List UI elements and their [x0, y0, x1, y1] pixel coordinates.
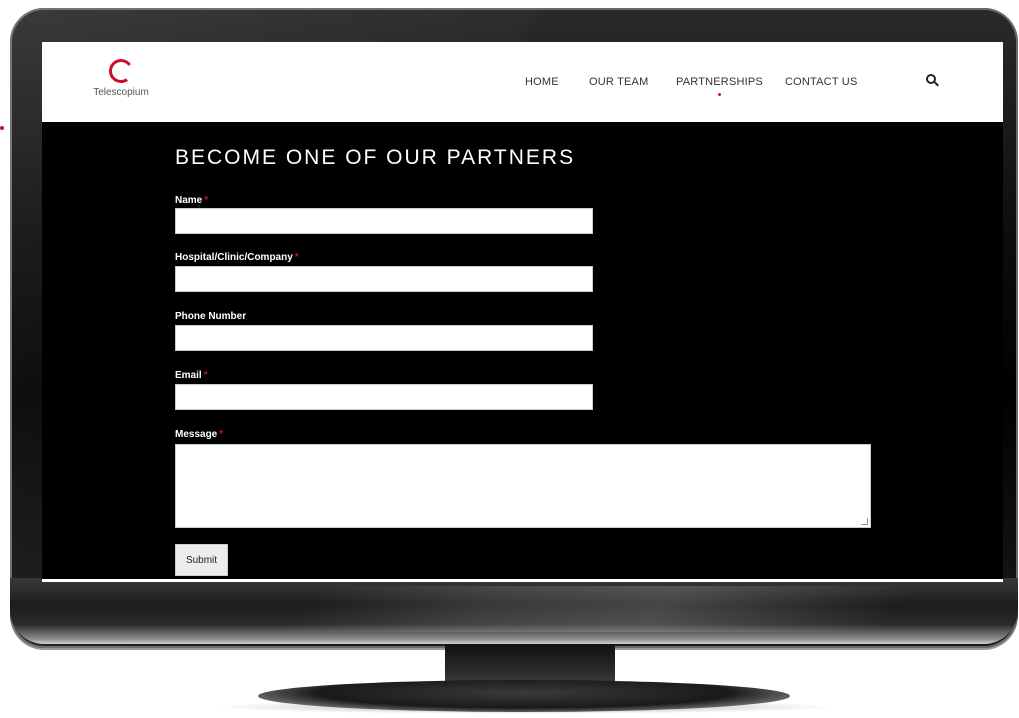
search-icon[interactable]: [926, 74, 940, 88]
nav-partnerships[interactable]: PARTNERSHIPS: [676, 76, 763, 96]
required-marker: *: [204, 195, 209, 206]
monitor-base: [258, 680, 790, 712]
message-label: Message *: [175, 429, 223, 440]
nav-home[interactable]: HOME: [525, 76, 559, 88]
nav-partnerships-label: PARTNERSHIPS: [676, 76, 763, 88]
company-label-text: Hospital/Clinic/Company: [175, 252, 293, 263]
page-title: BECOME ONE OF OUR PARTNERS: [175, 146, 576, 169]
phone-input[interactable]: [175, 325, 593, 351]
edge-dot: [0, 126, 4, 130]
email-input[interactable]: [175, 384, 593, 410]
company-input[interactable]: [175, 266, 593, 292]
site-header: Telescopium HOME OUR TEAM PARTNERSHIPS C…: [42, 42, 1003, 122]
logo-text: Telescopium: [93, 87, 149, 98]
screen-bottom-edge: [42, 579, 1003, 582]
resize-handle-icon[interactable]: [861, 518, 868, 525]
nav-our-team[interactable]: OUR TEAM: [589, 76, 648, 88]
search-icon-handle: [934, 81, 939, 87]
phone-label: Phone Number: [175, 311, 246, 322]
required-marker: *: [294, 252, 299, 263]
required-marker: *: [203, 370, 208, 381]
active-nav-indicator: [718, 93, 722, 96]
name-input[interactable]: [175, 208, 593, 234]
nav-contact-us[interactable]: CONTACT US: [785, 76, 858, 88]
message-label-text: Message: [175, 429, 218, 440]
email-label: Email *: [175, 370, 208, 381]
bezel-glare: [280, 586, 920, 632]
name-label: Name *: [175, 195, 208, 206]
site-logo[interactable]: Telescopium: [86, 57, 156, 98]
email-label-text: Email: [175, 370, 202, 381]
screen: Telescopium HOME OUR TEAM PARTNERSHIPS C…: [42, 42, 1003, 582]
message-textarea[interactable]: [175, 444, 871, 528]
required-marker: *: [219, 429, 224, 440]
name-label-text: Name: [175, 195, 203, 206]
phone-label-text: Phone Number: [175, 311, 247, 322]
telescopium-logo-ring-icon: [107, 57, 135, 85]
submit-button[interactable]: Submit: [175, 544, 228, 576]
company-label: Hospital/Clinic/Company *: [175, 252, 299, 263]
